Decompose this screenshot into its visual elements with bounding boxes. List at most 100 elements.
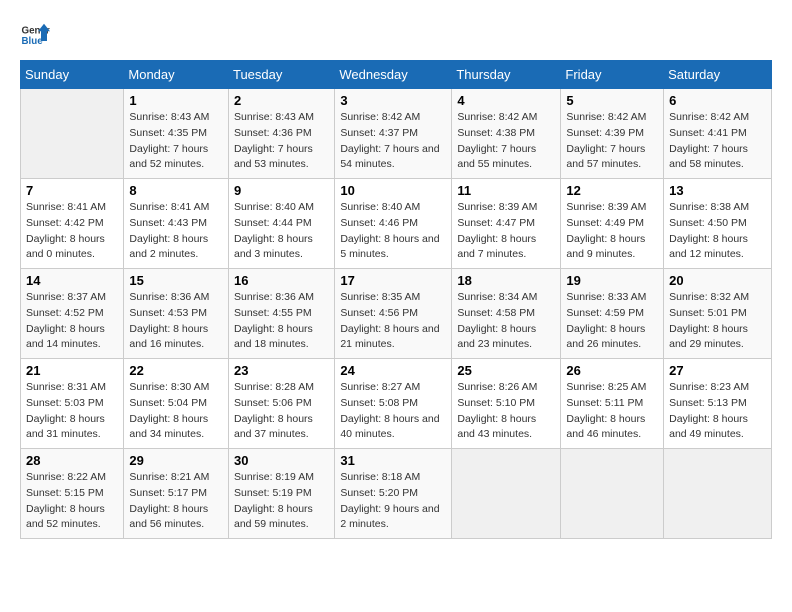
- day-number: 14: [26, 273, 118, 288]
- day-number: 22: [129, 363, 223, 378]
- calendar-cell: 29 Sunrise: 8:21 AMSunset: 5:17 PMDaylig…: [124, 449, 229, 539]
- day-info: Sunrise: 8:40 AMSunset: 4:44 PMDaylight:…: [234, 200, 329, 263]
- calendar-cell: 3 Sunrise: 8:42 AMSunset: 4:37 PMDayligh…: [335, 89, 452, 179]
- day-info: Sunrise: 8:42 AMSunset: 4:39 PMDaylight:…: [566, 110, 658, 173]
- calendar-cell: 13 Sunrise: 8:38 AMSunset: 4:50 PMDaylig…: [664, 179, 772, 269]
- calendar-cell: 7 Sunrise: 8:41 AMSunset: 4:42 PMDayligh…: [21, 179, 124, 269]
- column-header-tuesday: Tuesday: [228, 61, 334, 89]
- day-number: 17: [340, 273, 446, 288]
- calendar-cell: 22 Sunrise: 8:30 AMSunset: 5:04 PMDaylig…: [124, 359, 229, 449]
- day-info: Sunrise: 8:33 AMSunset: 4:59 PMDaylight:…: [566, 290, 658, 353]
- day-number: 1: [129, 93, 223, 108]
- day-info: Sunrise: 8:27 AMSunset: 5:08 PMDaylight:…: [340, 380, 446, 443]
- calendar-cell: 1 Sunrise: 8:43 AMSunset: 4:35 PMDayligh…: [124, 89, 229, 179]
- day-number: 7: [26, 183, 118, 198]
- calendar-cell: 5 Sunrise: 8:42 AMSunset: 4:39 PMDayligh…: [561, 89, 664, 179]
- day-info: Sunrise: 8:36 AMSunset: 4:53 PMDaylight:…: [129, 290, 223, 353]
- calendar-table: SundayMondayTuesdayWednesdayThursdayFrid…: [20, 60, 772, 539]
- week-row: 7 Sunrise: 8:41 AMSunset: 4:42 PMDayligh…: [21, 179, 772, 269]
- calendar-cell: 25 Sunrise: 8:26 AMSunset: 5:10 PMDaylig…: [452, 359, 561, 449]
- day-number: 28: [26, 453, 118, 468]
- day-info: Sunrise: 8:28 AMSunset: 5:06 PMDaylight:…: [234, 380, 329, 443]
- day-number: 16: [234, 273, 329, 288]
- column-header-thursday: Thursday: [452, 61, 561, 89]
- calendar-cell: 24 Sunrise: 8:27 AMSunset: 5:08 PMDaylig…: [335, 359, 452, 449]
- week-row: 14 Sunrise: 8:37 AMSunset: 4:52 PMDaylig…: [21, 269, 772, 359]
- calendar-cell: 15 Sunrise: 8:36 AMSunset: 4:53 PMDaylig…: [124, 269, 229, 359]
- day-number: 4: [457, 93, 555, 108]
- calendar-cell: 26 Sunrise: 8:25 AMSunset: 5:11 PMDaylig…: [561, 359, 664, 449]
- day-info: Sunrise: 8:34 AMSunset: 4:58 PMDaylight:…: [457, 290, 555, 353]
- calendar-cell: 10 Sunrise: 8:40 AMSunset: 4:46 PMDaylig…: [335, 179, 452, 269]
- svg-text:Blue: Blue: [22, 36, 44, 47]
- calendar-cell: [452, 449, 561, 539]
- day-info: Sunrise: 8:41 AMSunset: 4:42 PMDaylight:…: [26, 200, 118, 263]
- calendar-cell: 8 Sunrise: 8:41 AMSunset: 4:43 PMDayligh…: [124, 179, 229, 269]
- header: General Blue: [20, 20, 772, 50]
- calendar-cell: 23 Sunrise: 8:28 AMSunset: 5:06 PMDaylig…: [228, 359, 334, 449]
- day-number: 13: [669, 183, 766, 198]
- week-row: 28 Sunrise: 8:22 AMSunset: 5:15 PMDaylig…: [21, 449, 772, 539]
- calendar-cell: 30 Sunrise: 8:19 AMSunset: 5:19 PMDaylig…: [228, 449, 334, 539]
- logo: General Blue: [20, 20, 50, 50]
- day-info: Sunrise: 8:36 AMSunset: 4:55 PMDaylight:…: [234, 290, 329, 353]
- logo-icon: General Blue: [20, 20, 50, 50]
- calendar-cell: 16 Sunrise: 8:36 AMSunset: 4:55 PMDaylig…: [228, 269, 334, 359]
- day-info: Sunrise: 8:32 AMSunset: 5:01 PMDaylight:…: [669, 290, 766, 353]
- calendar-cell: 19 Sunrise: 8:33 AMSunset: 4:59 PMDaylig…: [561, 269, 664, 359]
- day-info: Sunrise: 8:43 AMSunset: 4:36 PMDaylight:…: [234, 110, 329, 173]
- day-info: Sunrise: 8:39 AMSunset: 4:49 PMDaylight:…: [566, 200, 658, 263]
- day-info: Sunrise: 8:26 AMSunset: 5:10 PMDaylight:…: [457, 380, 555, 443]
- day-number: 11: [457, 183, 555, 198]
- day-number: 2: [234, 93, 329, 108]
- calendar-cell: 31 Sunrise: 8:18 AMSunset: 5:20 PMDaylig…: [335, 449, 452, 539]
- calendar-cell: 20 Sunrise: 8:32 AMSunset: 5:01 PMDaylig…: [664, 269, 772, 359]
- column-header-monday: Monday: [124, 61, 229, 89]
- calendar-cell: 6 Sunrise: 8:42 AMSunset: 4:41 PMDayligh…: [664, 89, 772, 179]
- day-info: Sunrise: 8:40 AMSunset: 4:46 PMDaylight:…: [340, 200, 446, 263]
- day-info: Sunrise: 8:35 AMSunset: 4:56 PMDaylight:…: [340, 290, 446, 353]
- calendar-cell: 12 Sunrise: 8:39 AMSunset: 4:49 PMDaylig…: [561, 179, 664, 269]
- day-info: Sunrise: 8:21 AMSunset: 5:17 PMDaylight:…: [129, 470, 223, 533]
- day-number: 10: [340, 183, 446, 198]
- day-number: 9: [234, 183, 329, 198]
- calendar-cell: [561, 449, 664, 539]
- calendar-cell: 27 Sunrise: 8:23 AMSunset: 5:13 PMDaylig…: [664, 359, 772, 449]
- day-info: Sunrise: 8:42 AMSunset: 4:41 PMDaylight:…: [669, 110, 766, 173]
- day-number: 23: [234, 363, 329, 378]
- day-info: Sunrise: 8:39 AMSunset: 4:47 PMDaylight:…: [457, 200, 555, 263]
- calendar-cell: 17 Sunrise: 8:35 AMSunset: 4:56 PMDaylig…: [335, 269, 452, 359]
- day-number: 15: [129, 273, 223, 288]
- column-header-wednesday: Wednesday: [335, 61, 452, 89]
- calendar-cell: 14 Sunrise: 8:37 AMSunset: 4:52 PMDaylig…: [21, 269, 124, 359]
- day-info: Sunrise: 8:41 AMSunset: 4:43 PMDaylight:…: [129, 200, 223, 263]
- column-header-sunday: Sunday: [21, 61, 124, 89]
- day-info: Sunrise: 8:30 AMSunset: 5:04 PMDaylight:…: [129, 380, 223, 443]
- day-info: Sunrise: 8:42 AMSunset: 4:37 PMDaylight:…: [340, 110, 446, 173]
- day-number: 6: [669, 93, 766, 108]
- header-row: SundayMondayTuesdayWednesdayThursdayFrid…: [21, 61, 772, 89]
- calendar-cell: 9 Sunrise: 8:40 AMSunset: 4:44 PMDayligh…: [228, 179, 334, 269]
- calendar-cell: 2 Sunrise: 8:43 AMSunset: 4:36 PMDayligh…: [228, 89, 334, 179]
- column-header-friday: Friday: [561, 61, 664, 89]
- calendar-cell: 4 Sunrise: 8:42 AMSunset: 4:38 PMDayligh…: [452, 89, 561, 179]
- calendar-cell: [664, 449, 772, 539]
- day-number: 27: [669, 363, 766, 378]
- day-info: Sunrise: 8:38 AMSunset: 4:50 PMDaylight:…: [669, 200, 766, 263]
- day-info: Sunrise: 8:43 AMSunset: 4:35 PMDaylight:…: [129, 110, 223, 173]
- calendar-cell: 11 Sunrise: 8:39 AMSunset: 4:47 PMDaylig…: [452, 179, 561, 269]
- day-number: 12: [566, 183, 658, 198]
- day-number: 21: [26, 363, 118, 378]
- week-row: 21 Sunrise: 8:31 AMSunset: 5:03 PMDaylig…: [21, 359, 772, 449]
- day-number: 24: [340, 363, 446, 378]
- day-number: 8: [129, 183, 223, 198]
- day-number: 20: [669, 273, 766, 288]
- day-number: 19: [566, 273, 658, 288]
- day-number: 30: [234, 453, 329, 468]
- day-number: 5: [566, 93, 658, 108]
- calendar-cell: 18 Sunrise: 8:34 AMSunset: 4:58 PMDaylig…: [452, 269, 561, 359]
- day-info: Sunrise: 8:19 AMSunset: 5:19 PMDaylight:…: [234, 470, 329, 533]
- day-info: Sunrise: 8:31 AMSunset: 5:03 PMDaylight:…: [26, 380, 118, 443]
- day-number: 31: [340, 453, 446, 468]
- column-header-saturday: Saturday: [664, 61, 772, 89]
